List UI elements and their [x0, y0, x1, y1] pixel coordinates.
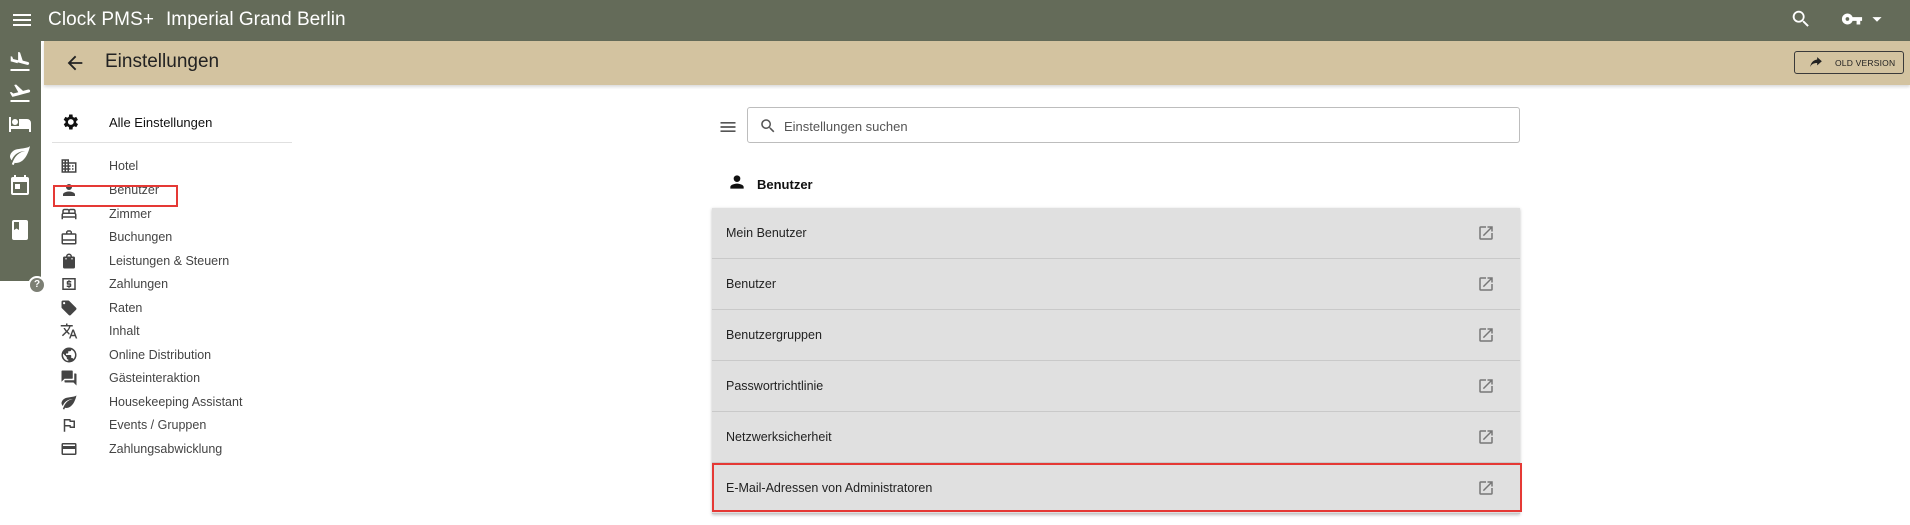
search-icon[interactable]	[1790, 8, 1812, 30]
nav-item-hotel[interactable]: Hotel	[52, 155, 292, 177]
nav-item-label: Housekeeping Assistant	[109, 395, 243, 409]
key-icon	[1841, 13, 1863, 25]
page-header: Einstellungen OLD VERSION	[44, 41, 1910, 85]
flight-land-icon[interactable]	[8, 50, 32, 74]
open-in-new-icon[interactable]	[1477, 224, 1495, 242]
nav-item-label: Zahlungen	[109, 277, 169, 291]
nav-item-inhalt[interactable]: Inhalt	[52, 320, 292, 342]
list-menu-icon[interactable]	[718, 117, 738, 137]
setting-row-label: Netzwerksicherheit	[726, 430, 832, 444]
bed-icon	[61, 208, 77, 220]
setting-row-netzwerksicherheit[interactable]: Netzwerksicherheit	[712, 412, 1520, 463]
setting-row-benutzergruppen[interactable]: Benutzergruppen	[712, 310, 1520, 361]
hotel-name[interactable]: Imperial Grand Berlin	[166, 9, 346, 31]
settings-search-input[interactable]	[784, 116, 1484, 136]
flag-icon	[63, 419, 75, 432]
nav-all-settings[interactable]: Alle Einstellungen	[52, 110, 292, 134]
search-icon	[761, 119, 775, 133]
setting-row-benutzer[interactable]: Benutzer	[712, 259, 1520, 310]
nav-item-gaesteinteraktion[interactable]: Gästeinteraktion	[52, 367, 292, 389]
old-version-label: OLD VERSION	[1835, 58, 1896, 68]
divider	[52, 142, 292, 143]
flight-takeoff-icon[interactable]	[8, 81, 32, 105]
nav-item-label: Online Distribution	[109, 348, 212, 362]
app-name: Clock PMS+	[48, 9, 155, 30]
translate-icon	[60, 323, 78, 339]
person-icon	[730, 175, 744, 189]
nav-item-label: Gästeinteraktion	[109, 371, 201, 385]
nav-item-label: Hotel	[109, 159, 139, 173]
nav-item-label: Buchungen	[109, 230, 173, 244]
settings-list: Mein Benutzer Benutzer Benutzergruppen P…	[712, 208, 1522, 514]
nav-item-housekeeping[interactable]: Housekeeping Assistant	[52, 391, 292, 413]
open-in-new-icon[interactable]	[1477, 326, 1495, 344]
person-icon	[63, 184, 75, 196]
open-in-new-icon[interactable]	[1477, 428, 1495, 446]
nav-item-label: Zimmer	[109, 207, 152, 221]
gear-icon	[63, 114, 78, 130]
nav-item-zimmer[interactable]: Zimmer	[52, 203, 292, 225]
nav-item-label: Benutzer	[109, 183, 160, 197]
nav-item-leistungen[interactable]: Leistungen & Steuern	[52, 250, 292, 272]
setting-row-passwortrichtlinie[interactable]: Passwortrichtlinie	[712, 361, 1520, 412]
open-in-new-icon[interactable]	[1477, 479, 1495, 497]
hotel-bed-icon[interactable]	[8, 112, 32, 136]
shopping-bag-icon	[63, 253, 75, 269]
tag-icon	[61, 300, 77, 316]
credit-card-icon	[61, 443, 77, 455]
nav-item-zahlungsabwicklung[interactable]: Zahlungsabwicklung	[52, 438, 292, 460]
setting-row-admin-emails[interactable]: E-Mail-Adressen von Administratoren	[712, 463, 1520, 514]
chevron-down-icon	[1872, 17, 1882, 22]
nav-item-label: Inhalt	[109, 324, 140, 338]
open-in-new-icon[interactable]	[1477, 377, 1495, 395]
building-icon	[61, 159, 77, 173]
redo-arrow-icon	[1810, 57, 1822, 68]
nav-item-label: Raten	[109, 301, 143, 315]
help-icon[interactable]: ?	[28, 276, 46, 294]
nav-item-events[interactable]: Events / Gruppen	[52, 414, 292, 436]
setting-row-label: Benutzergruppen	[726, 328, 822, 342]
briefcase-icon	[61, 230, 77, 245]
nav-item-buchungen[interactable]: Buchungen	[52, 226, 292, 248]
nav-item-label: Zahlungsabwicklung	[109, 442, 223, 456]
back-arrow-icon[interactable]	[64, 52, 86, 74]
nav-item-zahlungen[interactable]: Zahlungen	[52, 273, 292, 295]
top-app-bar: Clock PMS+ Imperial Grand Berlin	[0, 0, 1910, 41]
page-title: Einstellungen	[105, 51, 220, 72]
chat-icon	[61, 370, 77, 386]
nav-item-online-distribution[interactable]: Online Distribution	[52, 344, 292, 366]
menu-icon[interactable]	[10, 8, 34, 32]
setting-row-mein-benutzer[interactable]: Mein Benutzer	[712, 208, 1520, 259]
setting-row-label: Passwortrichtlinie	[726, 379, 824, 393]
nav-all-settings-label: Alle Einstellungen	[109, 115, 213, 130]
open-in-new-icon[interactable]	[1477, 275, 1495, 293]
globe-icon	[61, 347, 77, 363]
setting-row-label: Mein Benutzer	[726, 226, 807, 240]
section-title: Benutzer	[757, 177, 813, 192]
leaf-icon	[61, 395, 77, 410]
nav-item-label: Leistungen & Steuern	[109, 254, 230, 268]
setting-row-label: Benutzer	[726, 277, 777, 291]
nav-rail: ?	[0, 41, 46, 294]
nav-item-benutzer[interactable]: Benutzer	[52, 179, 292, 201]
nav-item-raten[interactable]: Raten	[52, 297, 292, 319]
dollar-icon	[62, 278, 76, 290]
old-version-button[interactable]: OLD VERSION	[1794, 51, 1904, 74]
leaf-icon[interactable]	[8, 143, 32, 167]
nav-item-label: Events / Gruppen	[109, 418, 207, 432]
calendar-icon[interactable]	[8, 174, 32, 198]
key-menu-button[interactable]	[1840, 8, 1886, 30]
setting-row-label: E-Mail-Adressen von Administratoren	[726, 481, 933, 495]
book-icon[interactable]	[8, 218, 32, 242]
settings-search	[747, 107, 1520, 143]
